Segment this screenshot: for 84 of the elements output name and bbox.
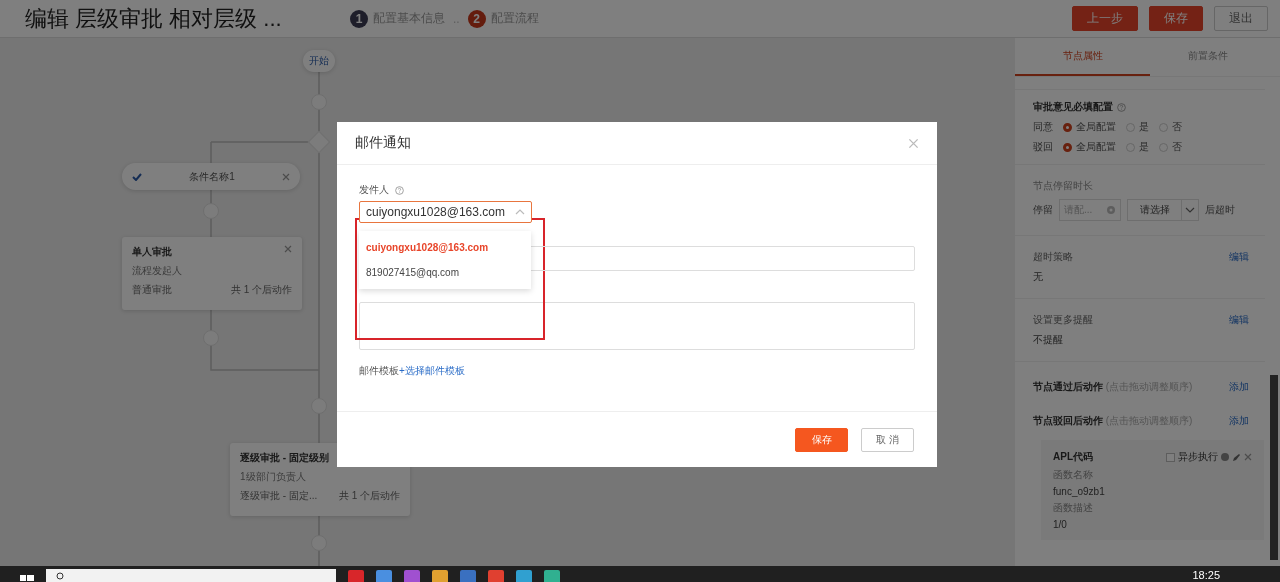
edit-link[interactable]: 编辑 — [1229, 313, 1249, 327]
taskbar-app-icon[interactable] — [516, 570, 532, 582]
condition-label: 条件名称1 — [188, 169, 236, 184]
setting-value: 无 — [1033, 270, 1044, 284]
condition-node[interactable]: 条件名称1 — [122, 163, 300, 190]
help-icon — [395, 185, 404, 195]
header-button[interactable]: 退出 — [1214, 6, 1268, 31]
step-number: 2 — [467, 9, 486, 28]
dialog-button[interactable]: 取 消 — [861, 427, 914, 452]
close-icon[interactable] — [908, 137, 919, 149]
field-suffix: 后超时 — [1205, 203, 1235, 217]
text-area[interactable] — [359, 302, 915, 350]
close-icon[interactable] — [284, 245, 292, 253]
radio-button[interactable] — [1063, 122, 1072, 132]
close-icon[interactable] — [282, 172, 290, 181]
setting-title: 设置更多提醒 — [1033, 313, 1093, 327]
radio-label: 是 — [1139, 140, 1149, 154]
row-label: 驳回 — [1033, 140, 1053, 154]
add-node-button[interactable] — [203, 330, 219, 346]
radio-label: 否 — [1172, 120, 1182, 134]
node-action-count: 共 1 个后动作 — [338, 489, 400, 503]
sender-select[interactable]: cuiyongxu1028@163.com — [359, 201, 532, 223]
taskbar-app-icon[interactable] — [404, 570, 420, 582]
start-node[interactable]: 开始 — [303, 50, 335, 72]
node-type: 逐级审批 - 固定... — [240, 489, 318, 503]
taskbar-app-icon[interactable] — [544, 570, 560, 582]
add-node-button[interactable] — [311, 94, 327, 110]
taskbar-app-icon[interactable] — [432, 570, 448, 582]
panel-tab[interactable]: 节点属性 — [1015, 38, 1150, 76]
node-title: 单人审批 — [132, 245, 172, 259]
add-link[interactable]: 添加 — [1229, 380, 1249, 394]
approval-node-card[interactable]: 单人审批 流程发起人 普通审批 共 1 个后动作 — [122, 237, 302, 310]
help-icon — [1221, 453, 1229, 461]
close-icon[interactable] — [1244, 453, 1252, 461]
help-icon — [1117, 102, 1126, 112]
clock-time: 18:25 — [1192, 568, 1220, 582]
checkbox[interactable] — [1166, 452, 1175, 462]
chevron-up-icon — [515, 209, 525, 215]
pencil-icon[interactable] — [1232, 452, 1241, 462]
field-label: 发件人 — [359, 183, 389, 197]
template-label: 邮件模板 — [359, 365, 399, 376]
gear-icon — [1106, 205, 1116, 215]
edit-link[interactable]: 编辑 — [1229, 250, 1249, 264]
step-number: 1 — [350, 9, 368, 28]
node-assignee: 流程发起人 — [132, 264, 183, 278]
choose-template-link[interactable]: +选择邮件模板 — [399, 365, 465, 376]
add-node-button[interactable] — [311, 535, 327, 551]
dropdown-option[interactable]: cuiyongxu1028@163.com — [359, 235, 531, 260]
taskbar-app-icon[interactable] — [348, 570, 364, 582]
add-node-button[interactable] — [203, 203, 219, 219]
radio-label: 全局配置 — [1076, 140, 1116, 154]
dialog-button[interactable]: 保存 — [795, 427, 848, 452]
scrollbar[interactable] — [1270, 375, 1278, 560]
field-value: func_o9zb1 — [1053, 486, 1106, 497]
node-action-count: 共 1 个后动作 — [230, 283, 292, 297]
row-label: 同意 — [1033, 120, 1053, 134]
field-label: 停留 — [1033, 203, 1053, 217]
header-button[interactable]: 保存 — [1149, 6, 1203, 31]
add-node-button[interactable] — [311, 398, 327, 414]
setting-title: 超时策略 — [1033, 250, 1073, 264]
setting-value: 不提醒 — [1033, 333, 1064, 347]
radio-label: 是 — [1139, 120, 1149, 134]
card-title: APL代码 — [1053, 450, 1093, 464]
section-title: 审批意见必填配置 — [1033, 100, 1113, 114]
add-link[interactable]: 添加 — [1229, 414, 1249, 428]
taskbar-search-field[interactable] — [46, 569, 336, 582]
node-title: 逐级审批 - 固定级别 — [240, 451, 329, 465]
step-separator: .. — [453, 11, 460, 26]
search-icon — [56, 571, 65, 580]
taskbar-app-icon[interactable] — [376, 570, 392, 582]
checkbox-label: 异步执行 — [1178, 450, 1218, 464]
radio-label: 全局配置 — [1076, 120, 1116, 134]
page-title: 编辑 层级审批 相对层级 ... — [25, 4, 283, 33]
header-button[interactable]: 上一步 — [1072, 6, 1138, 31]
taskbar-app-icon[interactable] — [460, 570, 476, 582]
unit-select[interactable]: 请选择 — [1127, 199, 1199, 221]
taskbar-app-icon[interactable] — [488, 570, 504, 582]
radio-label: 否 — [1172, 140, 1182, 154]
node-type: 普通审批 — [132, 283, 172, 297]
dropdown-option[interactable]: 819027415@qq.com — [359, 260, 531, 285]
windows-icon[interactable] — [20, 572, 34, 582]
field-value: 1/0 — [1053, 519, 1068, 530]
dialog-title: 邮件通知 — [355, 134, 411, 152]
radio-button[interactable] — [1063, 142, 1072, 152]
